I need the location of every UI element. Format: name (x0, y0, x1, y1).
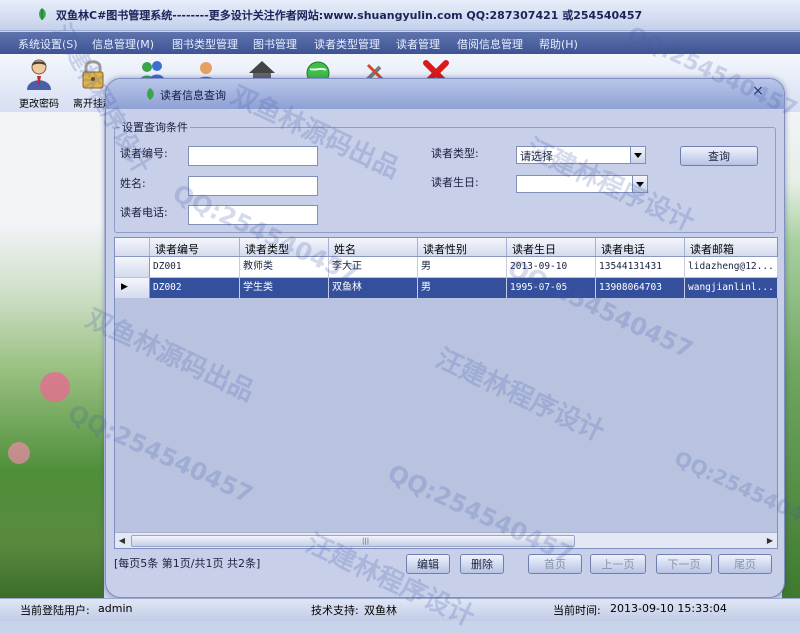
cell-birthday[interactable]: 1995-07-05 (507, 278, 596, 298)
tech-support-label: 技术支持: (311, 604, 359, 617)
cell-reader-no[interactable]: DZ001 (150, 257, 240, 277)
first-page-button[interactable]: 首页 (528, 554, 582, 574)
reader-type-value: 请选择 (520, 150, 553, 163)
header-separator (149, 238, 150, 256)
reader-no-label: 读者编号: (120, 147, 168, 160)
user-icon (27, 59, 51, 90)
row-header[interactable]: ▶ (115, 278, 150, 298)
menu-system-settings[interactable]: 系统设置(S) (18, 36, 78, 52)
cell-name[interactable]: 李大正 (329, 257, 418, 277)
cell-phone[interactable]: 13908064703 (596, 278, 685, 298)
app-title: 双鱼林C#图书管理系统--------更多设计关注作者网站:www.shuang… (56, 9, 643, 22)
search-button[interactable]: 查询 (680, 146, 758, 166)
grid-header: 读者编号 读者类型 姓名 读者性别 读者生日 读者电话 读者邮箱 (115, 238, 777, 257)
background-flower (40, 372, 70, 402)
menu-info-management[interactable]: 信息管理(M) (92, 36, 154, 52)
menu-help[interactable]: 帮助(H) (539, 36, 578, 52)
table-row[interactable]: DZ001 教师类 李大正 男 2013-09-10 13544131431 l… (115, 257, 778, 277)
header-separator (595, 238, 596, 256)
leaf-app-icon (39, 8, 46, 20)
birthday-date-picker[interactable] (516, 175, 648, 193)
name-label: 姓名: (120, 177, 146, 190)
reader-query-window: 读者信息查询 × 设置查询条件 读者编号: 姓名: 读者电话: 读者类型: 请选… (105, 78, 785, 598)
cell-reader-type[interactable]: 学生类 (240, 278, 329, 298)
reader-type-label: 读者类型: (431, 147, 479, 160)
app-titlebar: 双鱼林C#图书管理系统--------更多设计关注作者网站:www.shuang… (0, 0, 800, 31)
horizontal-scrollbar[interactable]: ◀ ||| ▶ (115, 532, 777, 548)
desktop-background-left (0, 112, 104, 598)
cell-birthday[interactable]: 2013-09-10 (507, 257, 596, 277)
scroll-left-icon[interactable]: ◀ (115, 533, 129, 548)
row-header[interactable] (115, 257, 150, 277)
reader-data-grid: 读者编号 读者类型 姓名 读者性别 读者生日 读者电话 读者邮箱 DZ001 教… (114, 237, 778, 549)
menu-bar: 系统设置(S) 信息管理(M) 图书类型管理 图书管理 读者类型管理 读者管理 … (0, 32, 800, 54)
reader-query-title: 读者信息查询 (160, 89, 226, 102)
header-phone[interactable]: 读者电话 (601, 241, 645, 257)
row-pointer-icon: ▶ (121, 282, 128, 292)
header-reader-type[interactable]: 读者类型 (245, 241, 289, 257)
menu-reader-management[interactable]: 读者管理 (396, 36, 440, 52)
cell-reader-no[interactable]: DZ002 (150, 278, 240, 298)
scrollbar-thumb[interactable]: ||| (131, 535, 575, 547)
current-user-value: admin (98, 602, 133, 615)
current-time-value: 2013-09-10 15:33:04 (610, 602, 727, 615)
reader-query-titlebar[interactable]: 读者信息查询 × (106, 79, 784, 109)
header-name[interactable]: 姓名 (334, 241, 356, 257)
last-page-button[interactable]: 尾页 (718, 554, 772, 574)
header-separator (684, 238, 685, 256)
change-password-label: 更改密码 (19, 99, 59, 110)
reader-type-select[interactable]: 请选择 (516, 146, 646, 164)
lock-icon (82, 60, 104, 89)
table-row-selected[interactable]: ▶ DZ002 学生类 双鱼林 男 1995-07-05 13908064703… (115, 278, 778, 298)
menu-borrow-management[interactable]: 借阅信息管理 (457, 36, 523, 52)
prev-page-button[interactable]: 上一页 (590, 554, 646, 574)
birthday-label: 读者生日: (431, 176, 479, 189)
pager-info: [每页5条 第1页/共1页 共2条] (114, 557, 261, 570)
header-separator (328, 238, 329, 256)
phone-label: 读者电话: (120, 206, 168, 219)
header-reader-no[interactable]: 读者编号 (155, 241, 199, 257)
tech-support-value: 双鱼林 (364, 604, 397, 617)
header-separator (506, 238, 507, 256)
phone-input[interactable] (188, 205, 318, 225)
scroll-right-icon[interactable]: ▶ (763, 533, 777, 548)
cell-gender[interactable]: 男 (418, 257, 507, 277)
header-separator (239, 238, 240, 256)
cell-email[interactable]: lidazheng@12... (685, 257, 778, 277)
menu-book-management[interactable]: 图书管理 (253, 36, 297, 52)
header-gender[interactable]: 读者性别 (423, 241, 467, 257)
cell-reader-type[interactable]: 教师类 (240, 257, 329, 277)
header-birthday[interactable]: 读者生日 (512, 241, 556, 257)
query-criteria-legend: 设置查询条件 (120, 119, 190, 135)
background-flower (8, 442, 30, 464)
current-time-label: 当前时间: (553, 604, 601, 617)
menu-reader-type-management[interactable]: 读者类型管理 (314, 36, 380, 52)
reader-no-input[interactable] (188, 146, 318, 166)
header-separator (417, 238, 418, 256)
current-user-label: 当前登陆用户: (20, 604, 90, 617)
delete-button[interactable]: 删除 (460, 554, 504, 574)
cell-name[interactable]: 双鱼林 (329, 278, 418, 298)
cell-email[interactable]: wangjianlinl... (685, 278, 778, 298)
status-bar: 当前登陆用户: admin 技术支持: 双鱼林 当前时间: 2013-09-10… (0, 598, 800, 621)
cell-phone[interactable]: 13544131431 (596, 257, 685, 277)
close-icon[interactable]: × (750, 83, 766, 99)
leaf-window-icon (147, 88, 154, 100)
name-input[interactable] (188, 176, 318, 196)
change-password-button[interactable]: 更改密码 (14, 54, 64, 112)
next-page-button[interactable]: 下一页 (656, 554, 712, 574)
header-email[interactable]: 读者邮箱 (690, 241, 734, 257)
calendar-dropdown-icon[interactable] (632, 176, 647, 192)
edit-button[interactable]: 编辑 (406, 554, 450, 574)
menu-book-type-management[interactable]: 图书类型管理 (172, 36, 238, 52)
grip-icon: ||| (362, 537, 370, 545)
cell-gender[interactable]: 男 (418, 278, 507, 298)
chevron-down-icon[interactable] (630, 147, 645, 163)
